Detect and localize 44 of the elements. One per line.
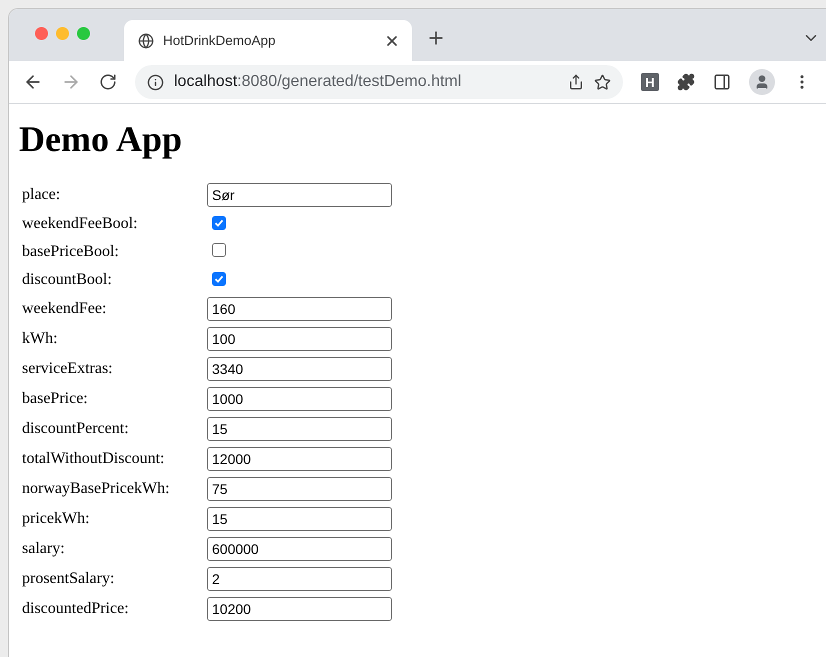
input-field[interactable]: 600000 [207,537,392,561]
field-label: prosentSalary: [22,569,116,589]
input-field[interactable]: 2 [207,567,392,591]
input-field[interactable]: Sør [207,183,392,207]
url-text: localhost:8080/generated/testDemo.html [174,73,462,91]
input-field[interactable]: 15 [207,507,392,531]
reload-icon[interactable] [99,73,117,91]
side-panel-icon[interactable] [713,73,731,91]
input-field[interactable]: 10200 [207,597,392,621]
input-field[interactable]: 100 [207,327,392,351]
share-icon[interactable] [568,74,584,90]
checkbox[interactable] [212,242,226,256]
input-field[interactable]: 12000 [207,447,392,471]
field-label: discountBool: [22,270,113,290]
field-label: weekendFee: [22,299,108,319]
field-label: discountPercent: [22,419,130,439]
field-label: discountedPrice: [22,599,130,619]
field-label: totalWithoutDiscount: [22,449,166,469]
input-field[interactable]: 75 [207,477,392,501]
star-icon[interactable] [594,74,611,90]
extension-button[interactable]: H [641,73,659,91]
profile-avatar[interactable] [749,69,775,95]
field-label: basePrice: [22,389,89,409]
field-label: pricekWh: [22,509,91,529]
checkbox[interactable] [212,272,226,286]
input-field[interactable]: 15 [207,417,392,441]
field-label: serviceExtras: [22,359,114,379]
input-field[interactable]: 160 [207,297,392,321]
field-label: weekendFeeBool: [22,214,139,234]
address-bar[interactable]: localhost:8080/generated/testDemo.html [135,65,623,99]
browser-tab[interactable]: HotDrinkDemoApp [124,20,412,61]
field-label: place: [22,185,62,205]
globe-icon [138,32,154,48]
tab-title: HotDrinkDemoApp [163,33,277,48]
field-label: basePriceBool: [22,242,120,262]
input-field[interactable]: 3340 [207,357,392,381]
checkbox[interactable] [212,216,226,230]
field-label: salary: [22,539,66,559]
info-icon [147,74,164,90]
input-field[interactable]: 1000 [207,387,392,411]
puzzle-icon[interactable] [677,73,695,91]
page-heading: Demo App [19,118,184,160]
field-label: kWh: [22,329,59,349]
field-label: norwayBasePricekWh: [22,479,171,499]
